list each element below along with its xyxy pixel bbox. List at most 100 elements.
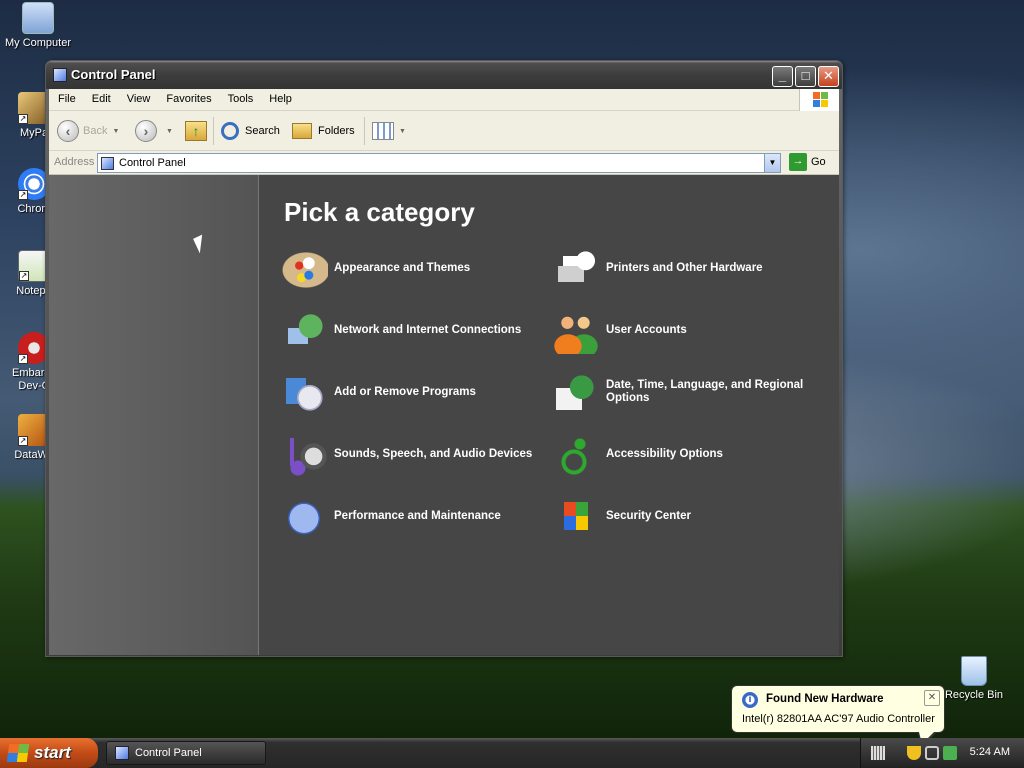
toolbar: ‹ Back ▼ › ▼ ↑ Search Folders ▼ — [49, 111, 839, 151]
category-accessibility[interactable]: Accessibility Options — [552, 430, 822, 478]
category-label: Add or Remove Programs — [334, 385, 476, 398]
address-bar: Address Control Panel ▼ → Go — [49, 151, 839, 175]
category-user-accounts[interactable]: User Accounts — [552, 306, 822, 354]
security-center-icon — [552, 492, 600, 540]
minimize-button[interactable]: _ — [772, 66, 793, 87]
start-button[interactable]: start — [0, 738, 98, 768]
back-label: Back — [83, 125, 108, 137]
folders-label: Folders — [318, 125, 355, 137]
search-icon — [221, 122, 239, 140]
clock[interactable]: 5:24 AM — [970, 746, 1010, 758]
sounds-icon — [280, 430, 328, 478]
up-folder-button[interactable]: ↑ — [185, 119, 207, 143]
accessibility-icon — [552, 430, 600, 478]
desktop-icon-recycle-bin[interactable]: Recycle Bin — [936, 656, 1012, 702]
search-button[interactable]: Search — [221, 119, 280, 143]
desktop-icon-my-computer[interactable]: My Computer — [0, 2, 76, 50]
category-label: Sounds, Speech, and Audio Devices — [334, 447, 533, 460]
taskbar: start Control Panel 5:24 AM — [0, 738, 1024, 768]
menu-edit[interactable]: Edit — [84, 89, 119, 105]
category-network[interactable]: Network and Internet Connections — [280, 306, 550, 354]
control-panel-icon — [101, 157, 114, 170]
system-tray: 5:24 AM — [860, 738, 1024, 768]
address-input[interactable]: Control Panel ▼ — [97, 153, 781, 173]
folders-button[interactable]: Folders — [292, 119, 355, 143]
security-shield-icon[interactable] — [907, 746, 921, 760]
category-label: Accessibility Options — [606, 447, 723, 460]
search-label: Search — [245, 125, 280, 137]
network-icon — [280, 306, 328, 354]
windows-logo-icon — [799, 89, 839, 111]
title-bar[interactable]: Control Panel _ □ ✕ — [46, 61, 842, 89]
recycle-bin-icon — [961, 656, 987, 686]
category-performance[interactable]: Performance and Maintenance — [280, 492, 550, 540]
menu-view[interactable]: View — [119, 89, 159, 105]
category-label: Network and Internet Connections — [334, 323, 522, 336]
chevron-down-icon: ▼ — [399, 127, 406, 135]
go-button[interactable]: → Go — [789, 153, 826, 171]
chevron-down-icon: ▼ — [166, 127, 173, 135]
address-value: Control Panel — [119, 157, 186, 169]
shortcut-arrow-icon: ↗ — [18, 190, 28, 200]
control-panel-icon — [115, 746, 129, 760]
category-label: Date, Time, Language, and Regional Optio… — [606, 379, 804, 404]
category-label: Printers and Other Hardware — [606, 261, 763, 274]
back-arrow-icon: ‹ — [57, 120, 79, 142]
go-label: Go — [811, 156, 826, 168]
menu-favorites[interactable]: Favorites — [158, 89, 219, 105]
keyboard-icon[interactable] — [871, 746, 885, 760]
notification-balloon[interactable]: i Found New Hardware Intel(r) 82801AA AC… — [731, 685, 945, 747]
forward-arrow-icon: › — [135, 120, 157, 142]
add-remove-programs-icon — [280, 368, 328, 416]
category-appearance-themes[interactable]: Appearance and Themes — [280, 244, 550, 292]
desktop-icon-label: My Computer — [4, 37, 72, 49]
shortcut-arrow-icon: ↗ — [19, 271, 29, 281]
info-icon: i — [742, 692, 758, 708]
category-printers[interactable]: Printers and Other Hardware — [552, 244, 822, 292]
printers-icon — [552, 244, 600, 292]
shortcut-arrow-icon: ↗ — [18, 114, 28, 124]
views-button[interactable]: ▼ — [372, 119, 406, 143]
window-title: Control Panel — [71, 67, 156, 82]
taskbar-button-label: Control Panel — [135, 747, 202, 759]
address-label: Address — [54, 156, 95, 168]
forward-button[interactable]: › ▼ — [135, 119, 173, 143]
appearance-themes-icon — [280, 244, 328, 292]
chevron-down-icon[interactable]: ▼ — [764, 154, 780, 172]
user-accounts-icon — [552, 306, 600, 354]
shortcut-arrow-icon: ↗ — [18, 354, 28, 364]
category-label: Appearance and Themes — [334, 261, 471, 274]
folders-icon — [292, 123, 312, 139]
back-button[interactable]: ‹ Back ▼ — [57, 119, 119, 143]
hardware-tray-icon[interactable] — [943, 746, 957, 760]
date-time-icon — [552, 368, 600, 416]
menu-bar: File Edit View Favorites Tools Help — [49, 89, 839, 111]
up-folder-icon: ↑ — [185, 121, 207, 141]
close-button[interactable]: ✕ — [818, 66, 839, 87]
window-client: File Edit View Favorites Tools Help ‹ Back ▼ … — [49, 89, 839, 655]
shortcut-arrow-icon: ↗ — [18, 436, 28, 446]
menu-help[interactable]: Help — [261, 89, 300, 105]
performance-icon — [280, 492, 328, 540]
toolbar-separator — [213, 117, 214, 145]
category-date-time[interactable]: Date, Time, Language, and Regional Optio… — [552, 368, 822, 416]
balloon-close-button[interactable]: ✕ — [924, 690, 940, 706]
start-label: start — [34, 743, 71, 762]
category-add-remove-programs[interactable]: Add or Remove Programs — [280, 368, 550, 416]
control-panel-icon — [53, 68, 67, 82]
balloon-title: Found New Hardware — [766, 693, 884, 705]
category-security-center[interactable]: Security Center — [552, 492, 822, 540]
balloon-text: Intel(r) 82801AA AC'97 Audio Controller — [742, 713, 935, 725]
category-sounds[interactable]: Sounds, Speech, and Audio Devices — [280, 430, 550, 478]
chevron-down-icon: ▼ — [112, 127, 120, 135]
maximize-button[interactable]: □ — [795, 66, 816, 87]
taskbar-button-control-panel[interactable]: Control Panel — [106, 741, 266, 765]
go-arrow-icon: → — [789, 153, 807, 171]
control-panel-window: Control Panel _ □ ✕ File Edit View Favorite… — [45, 60, 843, 657]
category-label: Security Center — [606, 509, 692, 522]
menu-tools[interactable]: Tools — [220, 89, 262, 105]
network-tray-icon[interactable] — [925, 746, 939, 760]
views-grid-icon — [372, 122, 394, 140]
menu-file[interactable]: File — [50, 89, 84, 105]
toolbar-separator — [364, 117, 365, 145]
